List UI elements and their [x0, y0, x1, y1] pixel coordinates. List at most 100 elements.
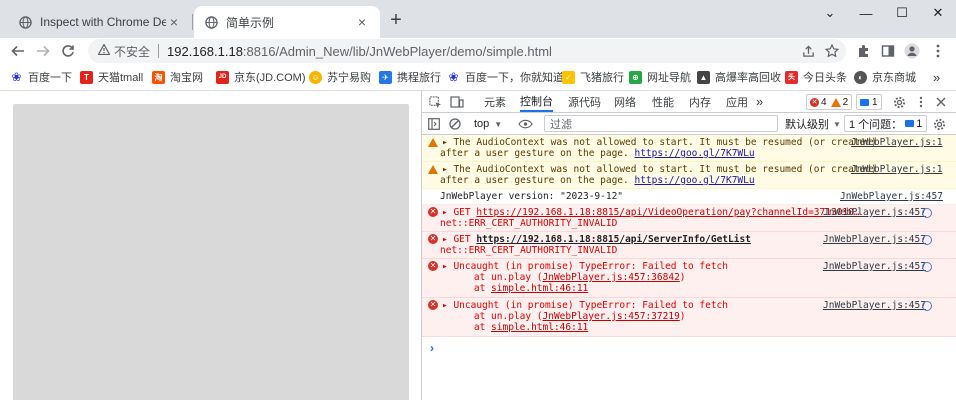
tab-close-icon[interactable]: × — [166, 14, 182, 30]
console-message-error: ✕ ▸ GET https://192.168.1.18:8815/api/Se… — [422, 232, 956, 259]
message-link[interactable]: https://goo.gl/7K7WLu — [634, 148, 754, 159]
issue-counts-badge[interactable]: ✕ 4 2 — [806, 94, 853, 110]
message-text: ▸ Uncaught (in promise) TypeError: Faile… — [442, 261, 728, 272]
stack-link[interactable]: simple.html:46:11 — [491, 283, 588, 294]
warning-icon — [830, 97, 841, 107]
tab-strip: Inspect with Chrome Develope × 简单示例 × + … — [0, 0, 956, 38]
maximize-button[interactable]: ☐ — [884, 0, 920, 26]
network-globe-icon[interactable] — [922, 208, 932, 218]
context-select[interactable]: top ▼ — [474, 116, 502, 132]
message-source-link[interactable]: JnWebPlayer.js:457 — [823, 300, 926, 311]
menu-kebab-icon[interactable] — [926, 39, 950, 63]
network-globe-icon[interactable] — [922, 235, 932, 245]
bookmark-suning[interactable]: ☺ 苏宁易购 — [309, 68, 371, 86]
new-tab-button[interactable]: + — [386, 9, 406, 31]
tab-application[interactable]: 应用 — [726, 91, 748, 112]
tab-elements[interactable]: 元素 — [484, 91, 506, 112]
stack-link[interactable]: JnWebPlayer.js:457:37219 — [543, 311, 680, 322]
message-source-link[interactable]: JnWebPlayer.js:457 — [823, 207, 926, 218]
message-source-link[interactable]: JnWebPlayer.js:457 — [840, 191, 943, 202]
back-button[interactable] — [6, 38, 30, 64]
video-player[interactable] — [13, 104, 409, 400]
url-host: 192.168.1.18 — [167, 43, 243, 59]
bookmark-fliggy[interactable]: ✓ 飞猪旅行 — [562, 68, 624, 86]
bookmark-star-icon[interactable] — [821, 40, 843, 62]
bookmark-baidu-2[interactable]: ❀ 百度一下，你就知道 — [447, 68, 564, 86]
toutiao-icon: 头 — [785, 70, 798, 84]
tab-simple-example[interactable]: 简单示例 × — [194, 6, 380, 38]
bookmark-jd[interactable]: JD 京东(JD.COM) — [216, 68, 306, 86]
bookmark-tmall[interactable]: T 天猫tmall — [80, 68, 143, 86]
message-source-link[interactable]: JnWebPlayer.js:457 — [823, 261, 926, 272]
globe-icon — [204, 15, 218, 29]
extensions-icon[interactable] — [852, 39, 876, 63]
message-source-link[interactable]: JnWebPlayer.js:1 — [851, 164, 943, 175]
tab-inspect[interactable]: Inspect with Chrome Develope × — [8, 6, 192, 38]
insecure-label[interactable]: 不安全 — [114, 43, 150, 60]
tab-close-icon[interactable]: × — [354, 14, 370, 30]
tab-memory[interactable]: 内存 — [689, 91, 711, 112]
close-window-button[interactable]: ✕ — [920, 0, 956, 26]
reload-button[interactable] — [56, 38, 80, 64]
message-text: ▸ GET https://192.168.1.18:8815/api/Serv… — [442, 234, 751, 245]
info-count-badge[interactable]: 1 — [856, 94, 882, 110]
devtools-tab-bar: 元素 控制台 源代码 网络 性能 内存 应用 » ✕ 4 2 1 — [422, 91, 956, 113]
bookmarks-bar: ❀ 百度一下 T 天猫tmall 淘 淘宝网 JD 京东(JD.COM) ☺ 苏… — [0, 64, 956, 91]
bookmark-baidu[interactable]: ❀ 百度一下 — [10, 68, 72, 86]
settings-gear-icon[interactable] — [890, 93, 908, 111]
tab-title: 简单示例 — [226, 15, 275, 30]
share-icon[interactable] — [797, 40, 819, 62]
issues-button[interactable]: 1 个问题： 1 — [844, 115, 928, 132]
tab-console[interactable]: 控制台 — [520, 91, 553, 112]
stack-link[interactable]: JnWebPlayer.js:457:36842 — [543, 272, 680, 283]
request-url-link[interactable]: https://192.168.1.18:8815/api/VideoOpera… — [476, 207, 859, 218]
message-source-link[interactable]: JnWebPlayer.js:457 — [823, 234, 926, 245]
message-link[interactable]: https://goo.gl/7K7WLu — [634, 175, 754, 186]
console-message-warning: ▸ The AudioContext was not allowed to st… — [422, 162, 956, 189]
fliggy-icon: ✓ — [562, 70, 575, 84]
minimize-button[interactable]: — — [848, 0, 884, 26]
stack-link[interactable]: simple.html:46:11 — [491, 322, 588, 333]
console-message-warning: ▸ The AudioContext was not allowed to st… — [422, 135, 956, 162]
request-url-link[interactable]: https://192.168.1.18:8815/api/ServerInfo… — [476, 234, 751, 245]
tab-performance[interactable]: 性能 — [652, 91, 674, 112]
address-bar[interactable]: 不安全 192.168.1.18:8816/Admin_New/lib/JnWe… — [88, 39, 846, 63]
network-globe-icon[interactable] — [922, 301, 932, 311]
device-toolbar-icon[interactable] — [448, 93, 466, 111]
bookmark-ctrip[interactable]: ✈ 携程旅行 — [379, 68, 441, 86]
stack-frame: at un.play (JnWebPlayer.js:457:37219) — [451, 311, 686, 322]
close-devtools-icon[interactable] — [932, 93, 950, 111]
taobao-icon: 淘 — [152, 70, 165, 84]
message-source-link[interactable]: JnWebPlayer.js:1 — [851, 137, 943, 148]
bookmark-toutiao[interactable]: 头 今日头条 — [785, 68, 847, 86]
profile-avatar-icon[interactable] — [900, 39, 924, 63]
network-globe-icon[interactable] — [922, 262, 932, 272]
bookmark-taobao[interactable]: 淘 淘宝网 — [152, 68, 203, 86]
console-prompt[interactable]: › — [430, 341, 434, 355]
error-icon: ✕ — [810, 97, 819, 107]
tab-search-icon[interactable]: ⌄ — [812, 0, 848, 26]
bookmark-nav[interactable]: ⊕ 网址导航 — [629, 68, 691, 86]
devtools-panel: 元素 控制台 源代码 网络 性能 内存 应用 » ✕ 4 2 1 top ▼ 过… — [422, 91, 956, 400]
log-level-select[interactable]: 默认级别 ▼ — [785, 116, 841, 132]
tab-sources[interactable]: 源代码 — [568, 91, 601, 112]
side-panel-icon[interactable] — [876, 39, 900, 63]
message-text: net::ERR_CERT_AUTHORITY_INVALID — [440, 218, 618, 229]
inspect-element-icon[interactable] — [426, 93, 444, 111]
forward-button[interactable] — [31, 38, 55, 64]
bookmarks-more-button[interactable]: » — [933, 68, 940, 86]
console-filter-input[interactable]: 过滤 — [544, 115, 778, 132]
baidu-paw-icon: ❀ — [11, 70, 22, 84]
error-icon: ✕ — [428, 261, 438, 271]
eye-icon[interactable] — [516, 115, 534, 133]
error-icon: ✕ — [428, 300, 438, 310]
sidebar-toggle-icon[interactable] — [425, 115, 443, 133]
bookmark-jd-mall[interactable]: ◐ 京东商城 — [854, 68, 916, 86]
clear-console-icon[interactable] — [446, 115, 464, 133]
devtools-menu-icon[interactable] — [912, 93, 930, 111]
console-settings-gear-icon[interactable] — [930, 115, 948, 133]
bookmark-gaobao[interactable]: ▲ 高爆率高回收 — [697, 68, 781, 86]
tab-network[interactable]: 网络 — [614, 91, 636, 112]
more-tabs-button[interactable]: » — [756, 91, 763, 112]
message-icon — [905, 120, 915, 127]
